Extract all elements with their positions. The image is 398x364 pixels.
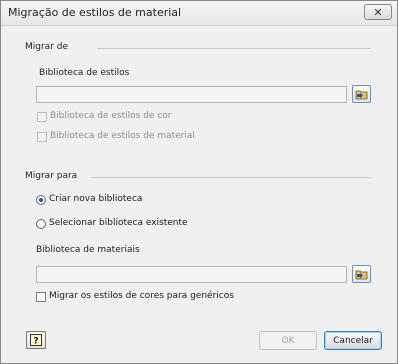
migration-dialog: Migração de estilos de material ✕ Migrar… xyxy=(0,0,398,364)
material-style-library-checkbox[interactable] xyxy=(37,132,47,142)
materials-library-input[interactable] xyxy=(36,266,347,283)
create-new-library-radio[interactable] xyxy=(36,195,46,205)
color-style-library-label: Biblioteca de estilos de cor xyxy=(50,111,172,121)
materials-library-browse-button[interactable] xyxy=(352,265,371,283)
cancel-button[interactable]: Cancelar xyxy=(324,331,382,350)
material-style-library-label: Biblioteca de estilos de material xyxy=(50,131,195,141)
ok-button[interactable]: OK xyxy=(259,331,317,350)
create-new-library-label: Criar nova biblioteca xyxy=(49,194,143,204)
select-existing-library-label: Selecionar biblioteca existente xyxy=(49,218,188,228)
close-icon: ✕ xyxy=(373,5,383,19)
select-existing-library-radio[interactable] xyxy=(36,219,46,229)
migrate-colors-generic-label: Migrar os estilos de cores para genérico… xyxy=(49,291,234,301)
migrate-to-separator xyxy=(91,177,371,178)
style-library-label: Biblioteca de estilos xyxy=(39,68,130,78)
help-icon: ? xyxy=(30,334,42,346)
style-library-browse-button[interactable] xyxy=(352,85,371,103)
materials-library-label: Biblioteca de materiais xyxy=(36,245,140,255)
close-button[interactable]: ✕ xyxy=(364,4,392,20)
radio-selected-dot xyxy=(39,198,43,202)
svg-text:?: ? xyxy=(33,337,38,347)
color-style-library-checkbox[interactable] xyxy=(37,112,47,122)
style-library-input[interactable] xyxy=(36,86,347,103)
migrate-from-section-label: Migrar de xyxy=(25,42,69,52)
window-title: Migração de estilos de material xyxy=(8,6,182,19)
folder-browse-icon xyxy=(355,90,368,99)
help-button[interactable]: ? xyxy=(26,331,46,349)
migrate-colors-generic-checkbox[interactable] xyxy=(36,292,46,302)
migrate-to-section-label: Migrar para xyxy=(25,171,78,181)
title-bar: Migração de estilos de material ✕ xyxy=(1,1,397,26)
migrate-from-separator xyxy=(97,48,371,49)
folder-browse-icon xyxy=(355,270,368,279)
